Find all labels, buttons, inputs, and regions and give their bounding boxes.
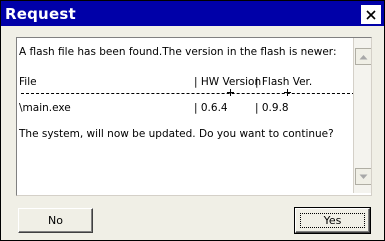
dialog-title: Request (5, 5, 76, 23)
vertical-scrollbar[interactable] (353, 38, 371, 193)
header-divider (21, 93, 355, 94)
no-button-label: No (48, 214, 63, 227)
row-file-name: \main.exe (19, 102, 71, 114)
close-icon (366, 9, 376, 20)
row-flash-version: | 0.9.8 (255, 102, 289, 114)
title-bar[interactable]: Request (1, 1, 384, 26)
focus-rectangle (300, 213, 365, 228)
scroll-up-button[interactable] (355, 48, 371, 65)
close-button[interactable] (361, 5, 381, 24)
message-line-confirm: The system, will now be updated. Do you … (19, 128, 334, 140)
scroll-down-icon (359, 170, 368, 183)
scroll-down-button[interactable] (355, 168, 371, 185)
no-button[interactable]: No (18, 208, 93, 233)
row-hw-version: | 0.6.4 (194, 102, 228, 114)
request-dialog: Request A flash file has been found.The … (0, 0, 385, 241)
column-header-hw-version: | HW Version (194, 76, 262, 88)
message-text-area[interactable]: A flash file has been found.The version … (16, 37, 372, 196)
divider-cross-2-h (284, 92, 291, 93)
column-header-file: File (19, 76, 37, 88)
scroll-up-icon (359, 50, 368, 63)
column-header-flash-version: | Flash Ver. (255, 76, 313, 88)
message-line-found: A flash file has been found.The version … (19, 46, 337, 58)
yes-button[interactable]: Yes (294, 207, 371, 234)
divider-cross-1-h (227, 92, 234, 93)
message-content: A flash file has been found.The version … (19, 39, 355, 189)
